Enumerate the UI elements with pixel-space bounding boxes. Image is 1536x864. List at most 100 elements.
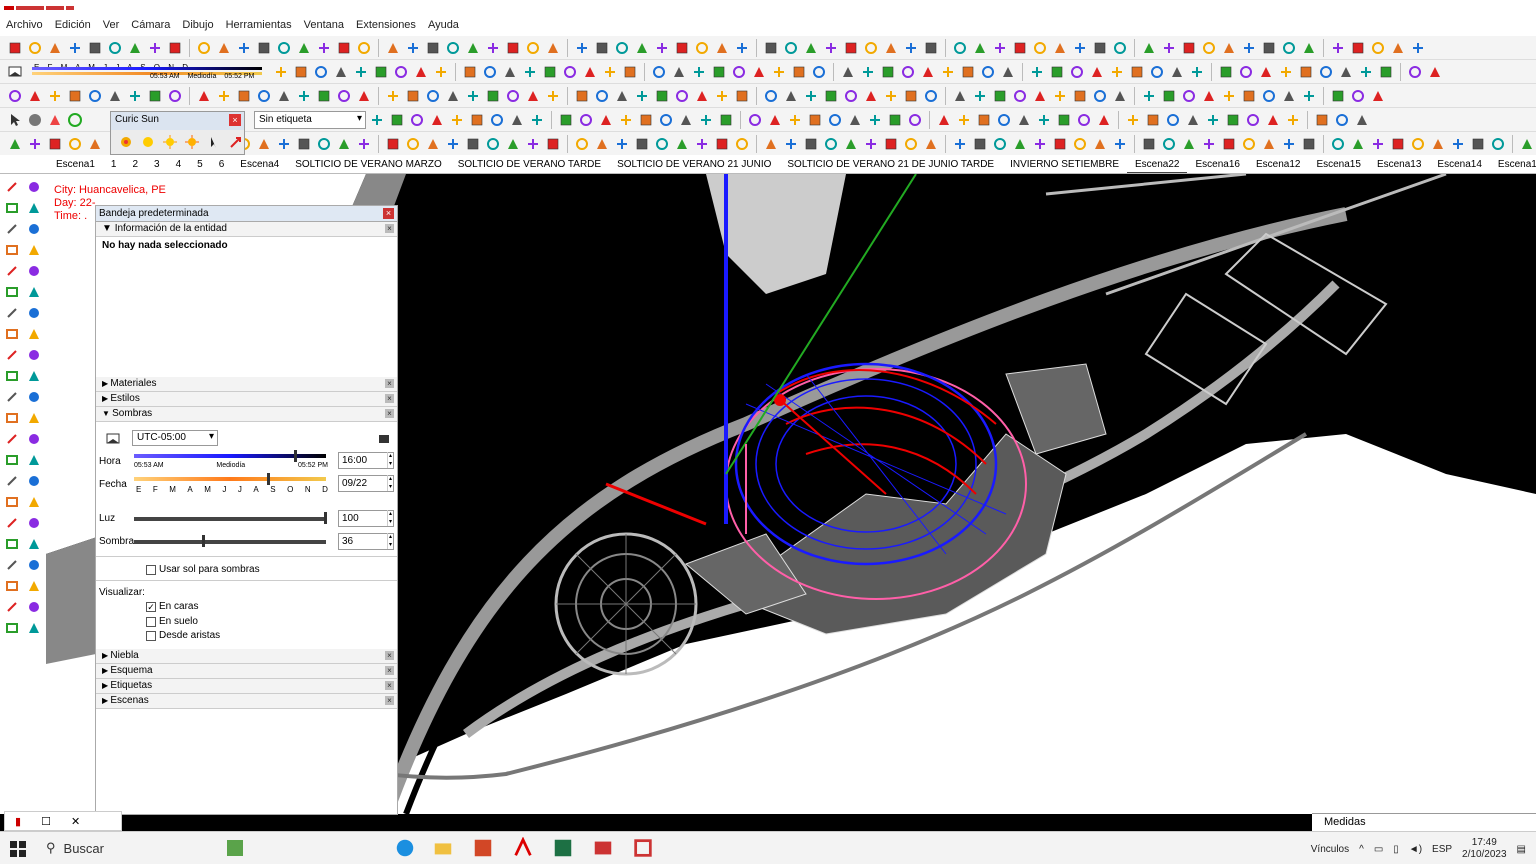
camera-icon[interactable] <box>275 135 293 153</box>
orbit-icon[interactable] <box>1257 63 1275 81</box>
camera-icon[interactable] <box>1329 39 1347 57</box>
scene-tab[interactable]: Escena16 <box>1187 155 1247 173</box>
text-icon[interactable] <box>1164 111 1182 129</box>
sun-icon[interactable] <box>161 133 179 151</box>
restore-icon[interactable]: ☐ <box>41 815 51 828</box>
tray-section[interactable]: ▼ Sombras × <box>96 407 397 422</box>
section-icon[interactable] <box>1 323 23 344</box>
tool-icon[interactable] <box>573 87 591 105</box>
close-icon[interactable]: × <box>385 681 394 690</box>
move-icon[interactable] <box>315 87 333 105</box>
links-label[interactable]: Vínculos <box>1311 844 1349 855</box>
camera-icon[interactable] <box>653 39 671 57</box>
text-icon[interactable] <box>1280 39 1298 57</box>
tape-icon[interactable] <box>822 87 840 105</box>
text-icon[interactable] <box>488 111 506 129</box>
arc-icon[interactable] <box>822 135 840 153</box>
arc-icon[interactable] <box>392 63 410 81</box>
tool-icon[interactable] <box>295 135 313 153</box>
paint-icon[interactable] <box>577 111 595 129</box>
rectangle-icon[interactable] <box>1088 63 1106 81</box>
tool-icon[interactable] <box>1224 111 1242 129</box>
push-pull-icon[interactable] <box>782 135 800 153</box>
circle-icon[interactable] <box>23 281 45 302</box>
scene-tab[interactable]: 4 <box>168 155 190 173</box>
tool-icon[interactable] <box>1 512 23 533</box>
scale-icon[interactable] <box>1091 135 1109 153</box>
pointer-icon[interactable] <box>205 133 223 151</box>
orbit-icon[interactable] <box>46 39 64 57</box>
zoom-icon[interactable] <box>601 63 619 81</box>
shadow-slider-thumb[interactable] <box>202 535 206 547</box>
paint-icon[interactable] <box>315 135 333 153</box>
section-icon[interactable] <box>524 87 542 105</box>
scale-icon[interactable] <box>670 63 688 81</box>
from-edges-checkbox[interactable]: Desde aristas <box>146 630 220 641</box>
light-slider-thumb[interactable] <box>324 512 327 524</box>
rectangle-icon[interactable] <box>1 617 23 638</box>
rotate-icon[interactable] <box>782 39 800 57</box>
tool-icon[interactable] <box>971 135 989 153</box>
rotate-icon[interactable] <box>1011 87 1029 105</box>
shadow-slider[interactable] <box>134 540 326 544</box>
scene-tab[interactable]: 2 <box>124 155 146 173</box>
paint-icon[interactable] <box>23 344 45 365</box>
orbit-icon[interactable] <box>919 63 937 81</box>
text-icon[interactable] <box>1180 87 1198 105</box>
tape-icon[interactable] <box>255 39 273 57</box>
line-icon[interactable] <box>802 135 820 153</box>
rotate-icon[interactable] <box>444 39 462 57</box>
line-icon[interactable] <box>733 87 751 105</box>
entity-info-icon[interactable] <box>26 111 44 129</box>
push-pull-icon[interactable] <box>444 135 462 153</box>
language-label[interactable]: ESP <box>1432 844 1452 855</box>
tape-icon[interactable] <box>806 111 824 129</box>
tool-icon[interactable] <box>1 344 23 365</box>
orbit-icon[interactable] <box>613 87 631 105</box>
zoom-icon[interactable] <box>955 111 973 129</box>
tool-icon[interactable] <box>633 135 651 153</box>
camera-icon[interactable] <box>1204 111 1222 129</box>
orbit-icon[interactable] <box>1349 135 1367 153</box>
scene-tab[interactable]: SOLTICIO DE VERANO 21 DE JUNIO TARDE <box>779 155 1002 173</box>
push-pull-icon[interactable] <box>1357 63 1375 81</box>
close-icon[interactable]: × <box>385 394 394 403</box>
tray-section[interactable]: ▶ Niebla × <box>96 649 397 664</box>
clock[interactable]: 17:49 2/10/2023 <box>1462 837 1507 861</box>
tape-icon[interactable] <box>468 111 486 129</box>
rotate-icon[interactable] <box>733 135 751 153</box>
section-icon[interactable] <box>195 87 213 105</box>
line-icon[interactable] <box>1140 135 1158 153</box>
shadow-toggle-icon[interactable] <box>6 63 24 81</box>
rectangle-icon[interactable] <box>106 87 124 105</box>
move-icon[interactable] <box>424 39 442 57</box>
zoom-icon[interactable] <box>1409 39 1427 57</box>
arc-icon[interactable] <box>1160 135 1178 153</box>
zoom-icon[interactable] <box>971 87 989 105</box>
tape-icon[interactable] <box>790 63 808 81</box>
move-icon[interactable] <box>637 111 655 129</box>
arc-icon[interactable] <box>1489 135 1507 153</box>
section-icon[interactable] <box>1168 63 1186 81</box>
line-icon[interactable] <box>166 39 184 57</box>
camera-icon[interactable] <box>882 87 900 105</box>
paint-icon[interactable] <box>1260 87 1278 105</box>
line-icon[interactable] <box>388 111 406 129</box>
paint-icon[interactable] <box>1329 135 1347 153</box>
sun-icon[interactable] <box>139 133 157 151</box>
move-icon[interactable] <box>713 135 731 153</box>
text-icon[interactable] <box>842 87 860 105</box>
orbit-icon[interactable] <box>673 135 691 153</box>
tape-icon[interactable] <box>1 470 23 491</box>
paint-icon[interactable] <box>991 135 1009 153</box>
push-pull-icon[interactable] <box>690 63 708 81</box>
rectangle-icon[interactable] <box>1 449 23 470</box>
orbit-icon[interactable] <box>1051 39 1069 57</box>
camera-icon[interactable] <box>23 491 45 512</box>
tool-icon[interactable] <box>902 87 920 105</box>
tool-icon[interactable] <box>335 39 353 57</box>
line-icon[interactable] <box>1055 111 1073 129</box>
circle-icon[interactable] <box>235 39 253 57</box>
section-icon[interactable] <box>862 87 880 105</box>
orbit-icon[interactable] <box>713 39 731 57</box>
